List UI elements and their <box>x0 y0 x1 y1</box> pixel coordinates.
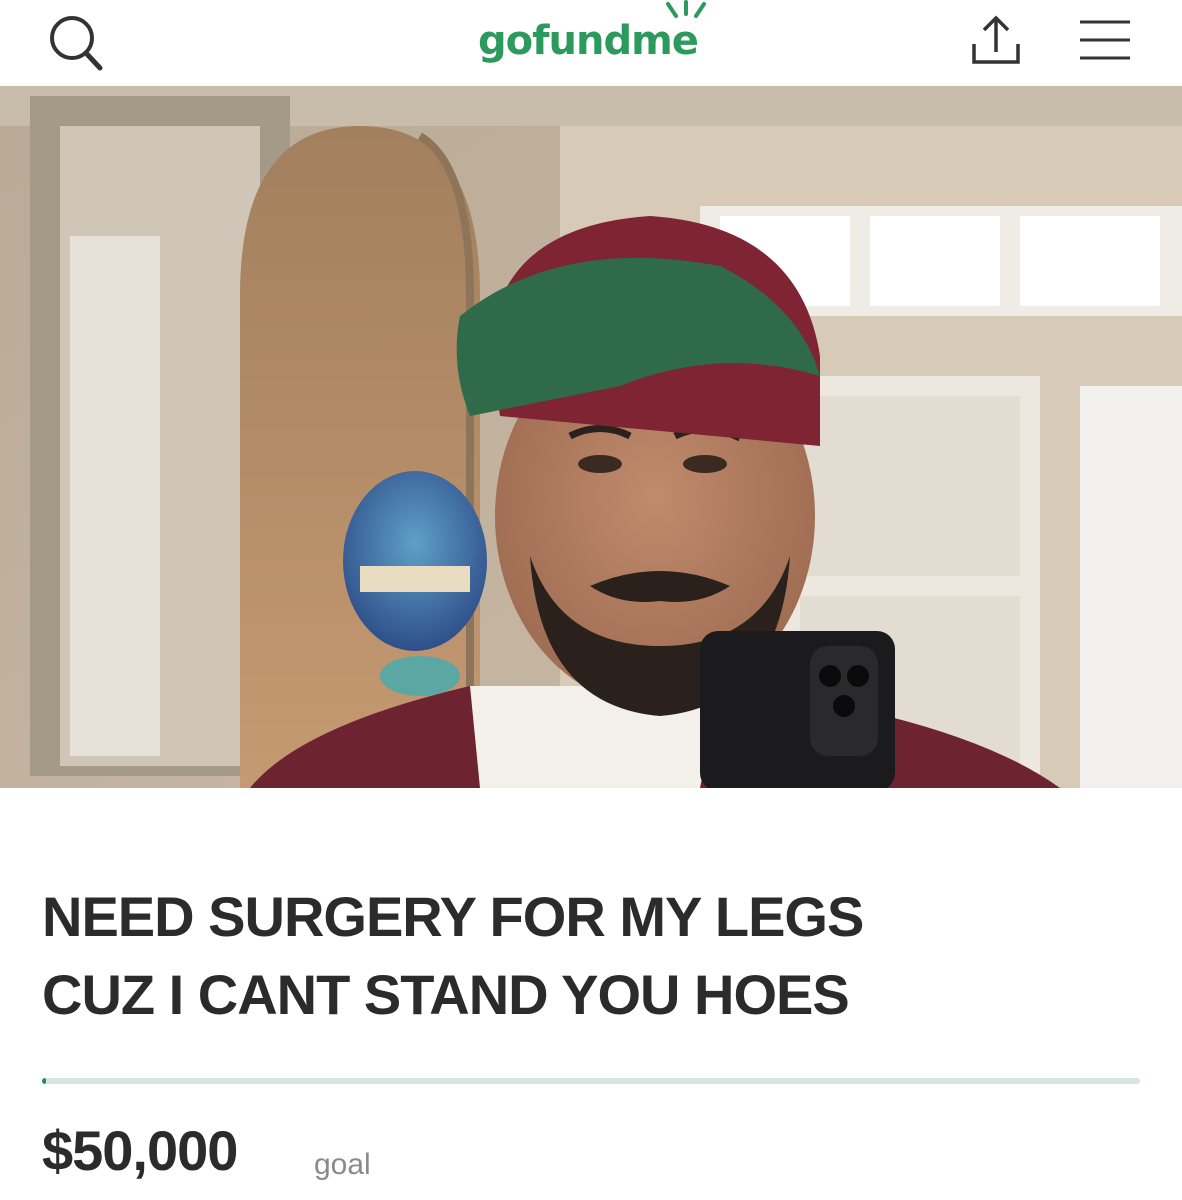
logo-rays-icon <box>666 0 706 18</box>
logo-text: gofundme <box>478 18 699 64</box>
hamburger-menu-icon <box>1080 20 1130 60</box>
campaign-title-line-1: NEED SURGERY FOR MY LEGS <box>42 885 864 948</box>
search-button[interactable] <box>42 8 110 76</box>
share-icon <box>972 15 1020 64</box>
goal-amount: $50,000 <box>42 1119 238 1182</box>
top-nav-bar: gofundme <box>0 0 1182 86</box>
share-button[interactable] <box>960 8 1032 70</box>
search-icon <box>50 16 103 71</box>
menu-button[interactable] <box>1074 12 1136 68</box>
campaign-title-line-2: CUZ I CANT STAND YOU HOES <box>42 963 850 1026</box>
gofundme-logo[interactable]: gofundme <box>478 0 708 72</box>
donation-progress-fill <box>42 1078 47 1084</box>
campaign-photo[interactable] <box>0 86 1182 788</box>
goal-label: goal <box>314 1148 371 1181</box>
campaign-title: NEED SURGERY FOR MY LEGS CUZ I CANT STAN… <box>42 878 1142 1034</box>
donation-progress-bar <box>42 1078 1140 1084</box>
selfie-photo-illustration <box>0 86 1182 788</box>
